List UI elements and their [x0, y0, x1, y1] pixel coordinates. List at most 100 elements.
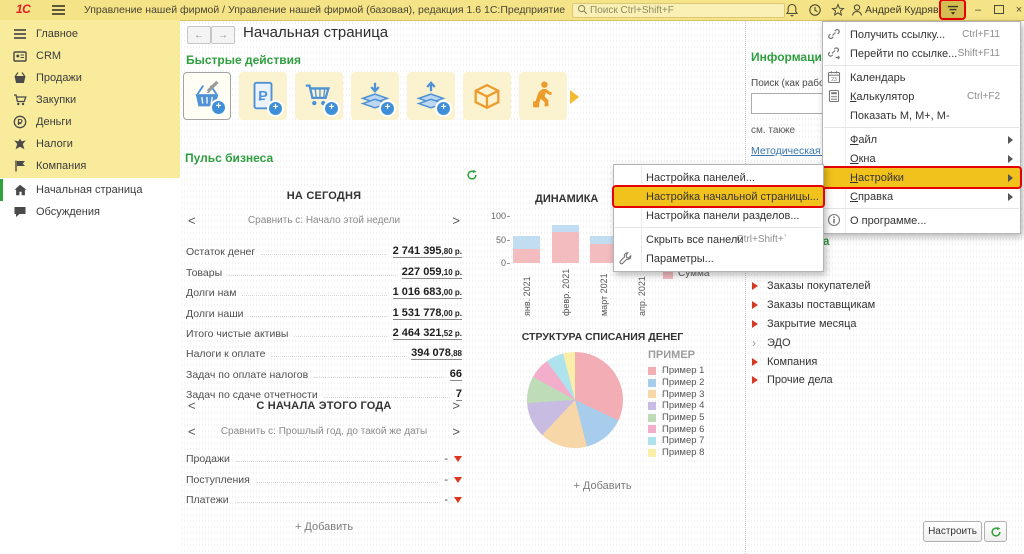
service-menu-item-5[interactable]: КалькуляторCtrl+F2	[823, 87, 1020, 106]
quick-action-sale[interactable]: +	[183, 72, 231, 120]
pulse-indicator-row: Товары227 059,10 р.	[186, 260, 462, 280]
indicator-value[interactable]: 1 016 683,00 р.	[393, 286, 462, 299]
next-compare-arrow[interactable]: >	[452, 213, 460, 228]
configure-button[interactable]: Настроить	[923, 521, 982, 542]
service-menu-item-2[interactable]: Перейти по ссылке...Shift+F11	[823, 44, 1020, 63]
settings-submenu-item-5[interactable]: Скрыть все панелиCtrl+Shift+`	[614, 230, 823, 249]
refresh-button[interactable]	[984, 521, 1007, 542]
next-compare-arrow[interactable]: >	[452, 424, 460, 439]
prev-compare-arrow[interactable]: <	[188, 424, 196, 439]
triangle-down-icon	[454, 456, 462, 462]
prev-compare-arrow[interactable]: <	[188, 213, 196, 228]
y-axis-tick-mark	[507, 240, 510, 241]
quick-action-money-out[interactable]: +	[407, 72, 455, 120]
indicator-value[interactable]: 227 059,10 р.	[402, 266, 462, 279]
service-menu-item-1[interactable]: Получить ссылку...Ctrl+F11	[823, 25, 1020, 44]
nav-forward-button[interactable]: →	[211, 26, 235, 44]
home-icon	[13, 183, 27, 197]
minimize-button[interactable]: –	[970, 2, 986, 17]
refresh-icon[interactable]	[466, 169, 480, 183]
quick-action-invoice[interactable]: Р+	[239, 72, 287, 120]
sidebar-item-main[interactable]: Главное	[0, 23, 180, 45]
bar-1	[513, 190, 540, 263]
indicator-value[interactable]: 2 464 321,52 р.	[393, 327, 462, 340]
todo-item[interactable]: ›ЭДО	[752, 333, 875, 352]
service-menu-item-11[interactable]: Справка	[823, 187, 1020, 206]
y-axis-tick-mark	[507, 216, 510, 217]
service-menu-item-10[interactable]: Настройки	[823, 168, 1020, 187]
title-bar: 1С Управление нашей фирмой / Управление …	[0, 0, 1024, 21]
history-icon[interactable]	[808, 3, 822, 17]
menu-lines-icon	[13, 27, 27, 41]
service-menu-item-6[interactable]: Показать М, М+, М-	[823, 106, 1020, 125]
search-input[interactable]	[588, 4, 780, 17]
pie-legend-item: Пример 3	[648, 388, 704, 400]
sidebar-item-money[interactable]: РДеньги	[0, 111, 180, 133]
maximize-button[interactable]	[991, 2, 1007, 17]
indicator-value[interactable]: -	[444, 474, 462, 486]
user-icon[interactable]	[850, 3, 864, 17]
service-menu-item-4[interactable]: 23Календарь	[823, 68, 1020, 87]
sidebar-item-purchases[interactable]: Закупки	[0, 89, 180, 111]
prev-period-arrow[interactable]: <	[188, 398, 196, 413]
methodical-info-link[interactable]: Методическая и	[751, 145, 829, 157]
todo-item[interactable]: Закрытие месяца	[752, 315, 875, 334]
plus-badge-icon: +	[435, 100, 452, 117]
wrench-icon	[618, 251, 633, 266]
indicator-value[interactable]: 394 078,88	[411, 347, 462, 360]
ruble-icon: Р	[13, 115, 27, 129]
quick-action-goods[interactable]	[463, 72, 511, 120]
pie-legend-item: Пример 8	[648, 447, 704, 459]
todo-item[interactable]: Заказы покупателей	[752, 277, 875, 296]
shortcut-label: Ctrl+F2	[967, 91, 1000, 102]
quick-action-purchase[interactable]: +	[295, 72, 343, 120]
add-indicator-link[interactable]: + Добавить	[186, 521, 462, 533]
legend-swatch	[648, 367, 656, 375]
indicator-value[interactable]: 1 531 778,00 р.	[393, 307, 462, 320]
svg-text:Р: Р	[17, 118, 23, 127]
calendar-icon: 23	[827, 70, 842, 85]
plus-badge-icon: +	[210, 99, 227, 116]
quick-action-money-in[interactable]: +	[351, 72, 399, 120]
todo-item[interactable]: Заказы поставщикам	[752, 296, 875, 315]
indicator-value[interactable]: 66	[450, 368, 462, 381]
sidebar-item-company[interactable]: Компания	[0, 155, 180, 177]
triangle-right-icon	[752, 358, 758, 366]
pie-legend-title: ПРИМЕР	[648, 349, 704, 361]
close-button[interactable]: ×	[1011, 2, 1024, 17]
global-search[interactable]	[572, 3, 785, 18]
indicator-value[interactable]: 2 741 395,80 р.	[393, 245, 462, 258]
notifications-bell-icon[interactable]	[785, 3, 799, 17]
sidebar-item-crm[interactable]: CRM	[0, 45, 180, 67]
add-chart-link[interactable]: + Добавить	[495, 480, 710, 492]
quick-action-courier[interactable]	[519, 72, 567, 120]
pulse-today-widget: НА СЕГОДНЯ < Сравнить с: Начало этой нед…	[186, 186, 462, 403]
next-period-arrow[interactable]: >	[452, 398, 460, 413]
service-menu-item-13[interactable]: О программе...	[823, 211, 1020, 230]
settings-submenu-item-2[interactable]: Настройка начальной страницы...	[614, 187, 823, 206]
nav-back-button[interactable]: ←	[187, 26, 211, 44]
todo-item[interactable]: Прочие дела	[752, 371, 875, 390]
legend-swatch	[648, 414, 656, 422]
service-menu-button[interactable]	[941, 1, 964, 18]
sidebar-item-discussions[interactable]: Обсуждения	[0, 201, 180, 223]
settings-submenu-item-3[interactable]: Настройка панели разделов...	[614, 206, 823, 225]
triangle-right-icon	[752, 282, 758, 290]
pie-legend-item: Пример 2	[648, 377, 704, 389]
sidebar-item-home[interactable]: Начальная страница	[0, 179, 180, 201]
box-icon	[470, 79, 504, 113]
settings-submenu-item-6[interactable]: Параметры...	[614, 249, 823, 268]
pie-legend-item: Пример 6	[648, 423, 704, 435]
favorites-star-icon[interactable]	[831, 3, 845, 17]
chevron-right-icon[interactable]	[570, 90, 579, 104]
sidebar-item-taxes[interactable]: Налоги	[0, 133, 180, 155]
main-menu-icon[interactable]	[52, 5, 65, 15]
indicator-value[interactable]: -	[444, 453, 462, 465]
service-menu-item-8[interactable]: Файл	[823, 130, 1020, 149]
service-menu-item-9[interactable]: Окна	[823, 149, 1020, 168]
todo-item[interactable]: Компания	[752, 352, 875, 371]
settings-submenu-item-1[interactable]: Настройка панелей...	[614, 168, 823, 187]
pulse-indicator-row: Поступления-	[186, 467, 462, 487]
indicator-value[interactable]: -	[444, 494, 462, 506]
sidebar-item-sales[interactable]: Продажи	[0, 67, 180, 89]
